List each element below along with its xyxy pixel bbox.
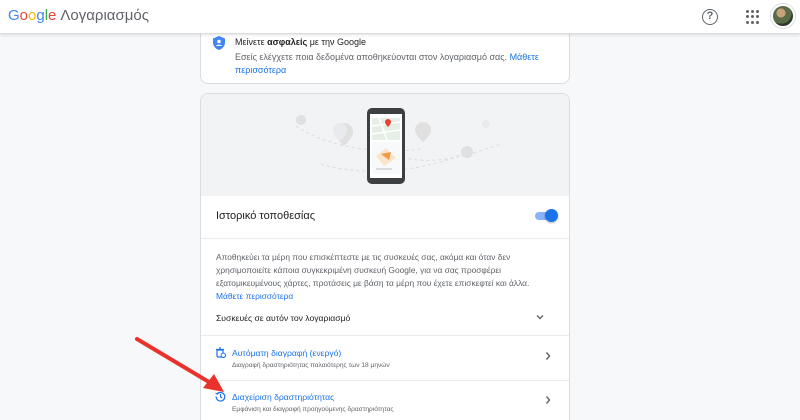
- security-title-suffix: με την Google: [307, 37, 366, 47]
- product-name: Λογαριασμός: [60, 7, 149, 24]
- apps-grid-icon[interactable]: [746, 10, 760, 24]
- location-illustration: [201, 94, 569, 196]
- logo-letter: e: [48, 7, 57, 24]
- logo-letter: g: [36, 7, 45, 24]
- location-history-description-text: Αποθηκεύει τα μέρη που επισκέπτεστε με τ…: [216, 252, 530, 288]
- auto-delete-label: Αυτόματη διαγραφή (ενεργό): [232, 348, 342, 358]
- divider: [201, 238, 569, 239]
- history-icon: [215, 391, 226, 402]
- chevron-right-icon: [545, 396, 551, 404]
- logo-letter: G: [8, 7, 20, 24]
- location-history-card: Ιστορικό τοποθεσίας Αποθηκεύει τα μέρη π…: [200, 93, 570, 420]
- manage-activity-row[interactable]: Διαχείριση δραστηριότητας Εμφάνιση και δ…: [201, 383, 569, 420]
- location-history-title: Ιστορικό τοποθεσίας: [216, 210, 316, 222]
- devices-in-account[interactable]: Συσκευές σε αυτόν τον λογαριασμό: [216, 313, 350, 323]
- help-icon[interactable]: ?: [702, 9, 718, 25]
- logo-letter: o: [19, 7, 29, 24]
- security-title: Μείνετε ασφαλείς με την Google: [235, 37, 366, 47]
- location-history-toggle[interactable]: [535, 209, 558, 222]
- shield-icon: [213, 36, 225, 50]
- divider: [201, 380, 569, 381]
- auto-delete-row[interactable]: Αυτόματη διαγραφή (ενεργό) Διαγραφή δρασ…: [201, 339, 569, 381]
- auto-delete-subtitle: Διαγραφή δραστηριότητας παλαιότερης των …: [232, 362, 390, 369]
- security-title-prefix: Μείνετε: [235, 37, 268, 47]
- security-description: Εσείς ελέγχετε ποια δεδομένα αποθηκεύοντ…: [235, 51, 555, 77]
- manage-activity-subtitle: Εμφάνιση και διαγραφή προηγούμενης δραστ…: [232, 406, 394, 413]
- top-bar: Google Λογαριασμός ?: [0, 0, 800, 34]
- phone-map-illustration: [295, 108, 502, 184]
- google-wordmark: Google: [8, 7, 56, 24]
- auto-delete-icon: [216, 347, 226, 358]
- google-account-logo[interactable]: Google Λογαριασμός: [8, 7, 149, 24]
- manage-activity-label: Διαχείριση δραστηριότητας: [232, 392, 335, 402]
- security-description-text: Εσείς ελέγχετε ποια δεδομένα αποθηκεύοντ…: [235, 52, 510, 62]
- chevron-right-icon: [545, 352, 551, 360]
- learn-more-link[interactable]: Μάθετε περισσότερα: [216, 291, 293, 301]
- location-history-description: Αποθηκεύει τα μέρη που επισκέπτεστε με τ…: [216, 251, 558, 303]
- avatar[interactable]: [771, 4, 795, 28]
- chevron-down-icon[interactable]: [536, 313, 544, 321]
- security-title-bold: ασφαλείς: [267, 37, 308, 47]
- divider: [201, 335, 569, 336]
